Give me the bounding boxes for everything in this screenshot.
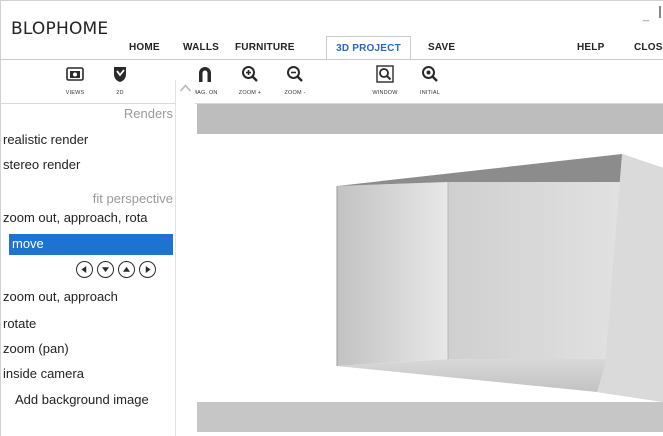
- move-arrow-group: [76, 261, 172, 281]
- room-left-wall: [337, 182, 448, 366]
- menu-tabs: HOME WALLS FURNITURE 3D PROJECT SAVE HEL…: [0, 36, 663, 60]
- room-3d-scene: [336, 154, 663, 402]
- initial-label: INITIAL: [419, 90, 441, 96]
- scroll-up-icon[interactable]: [179, 83, 192, 93]
- zoom-in-label: ZOOM +: [238, 90, 262, 96]
- zoom-initial-icon: [422, 66, 438, 82]
- renders-sidebar: Renders realistic render stereo render f…: [0, 104, 175, 436]
- zoom-pan-item[interactable]: zoom (pan): [3, 341, 69, 356]
- move-item[interactable]: move: [9, 234, 173, 255]
- zoom-out-icon: [287, 66, 303, 82]
- arrow-left-icon[interactable]: [76, 261, 93, 278]
- viewer-bottom-band: [197, 402, 663, 432]
- tab-underline: [0, 59, 663, 60]
- zoom-in-button[interactable]: ZOOM +: [238, 64, 262, 96]
- window-label: WINDOW: [372, 90, 398, 96]
- renders-header: Renders: [123, 106, 173, 121]
- inside-camera-item[interactable]: inside camera: [3, 366, 84, 381]
- rotate-item[interactable]: rotate: [3, 316, 36, 331]
- sidebar-scrollbar[interactable]: [175, 80, 195, 436]
- magnet-icon: [199, 67, 211, 82]
- tab-walls[interactable]: WALLS: [183, 36, 219, 60]
- stereo-render-item[interactable]: stereo render: [3, 157, 80, 172]
- room-ceiling: [337, 154, 663, 186]
- zoom-out-approach-item[interactable]: zoom out, approach: [3, 289, 118, 304]
- window-border-top: [0, 0, 663, 1]
- arrow-up-icon[interactable]: [118, 261, 135, 278]
- views-button[interactable]: VIEWS: [58, 64, 92, 96]
- initial-button[interactable]: INITIAL: [418, 64, 442, 96]
- tab-furniture[interactable]: FURNITURE: [235, 36, 295, 60]
- app-window: BLOPHOME _ HOME WALLS FURNITURE 3D PROJE…: [0, 0, 663, 436]
- shield-icon: [114, 67, 126, 82]
- 3d-viewer[interactable]: [197, 104, 663, 434]
- move-label: move: [12, 236, 44, 251]
- zoom-out-label: ZOOM -: [284, 90, 306, 96]
- arrow-right-icon[interactable]: [139, 261, 156, 278]
- camera-icon: [66, 67, 84, 81]
- viewer-top-band: [197, 104, 663, 134]
- arrow-down-icon[interactable]: [97, 261, 114, 278]
- zoom-window-icon: [376, 65, 394, 83]
- tab-help[interactable]: HELP: [577, 36, 604, 60]
- add-background-button[interactable]: Add background image: [15, 392, 149, 407]
- 2d-button[interactable]: 2D: [108, 64, 132, 96]
- zoom-in-icon: [242, 66, 258, 82]
- views-label: VIEWS: [65, 90, 85, 96]
- tab-save[interactable]: SAVE: [428, 36, 455, 60]
- fit-perspective-item[interactable]: fit perspective: [93, 191, 173, 206]
- tab-home[interactable]: HOME: [129, 36, 160, 60]
- realistic-render-item[interactable]: realistic render: [3, 132, 88, 147]
- 2d-label: 2D: [116, 90, 124, 96]
- window-edge-mark: [659, 6, 661, 18]
- tab-close[interactable]: CLOS: [634, 36, 663, 60]
- zoom-out-approach-rotate-item[interactable]: zoom out, approach, rota: [3, 210, 148, 225]
- minimize-button[interactable]: _: [643, 10, 649, 22]
- zoom-out-button[interactable]: ZOOM -: [282, 64, 308, 96]
- tab-3d-project[interactable]: 3D PROJECT: [326, 36, 411, 60]
- window-button[interactable]: WINDOW: [370, 64, 400, 96]
